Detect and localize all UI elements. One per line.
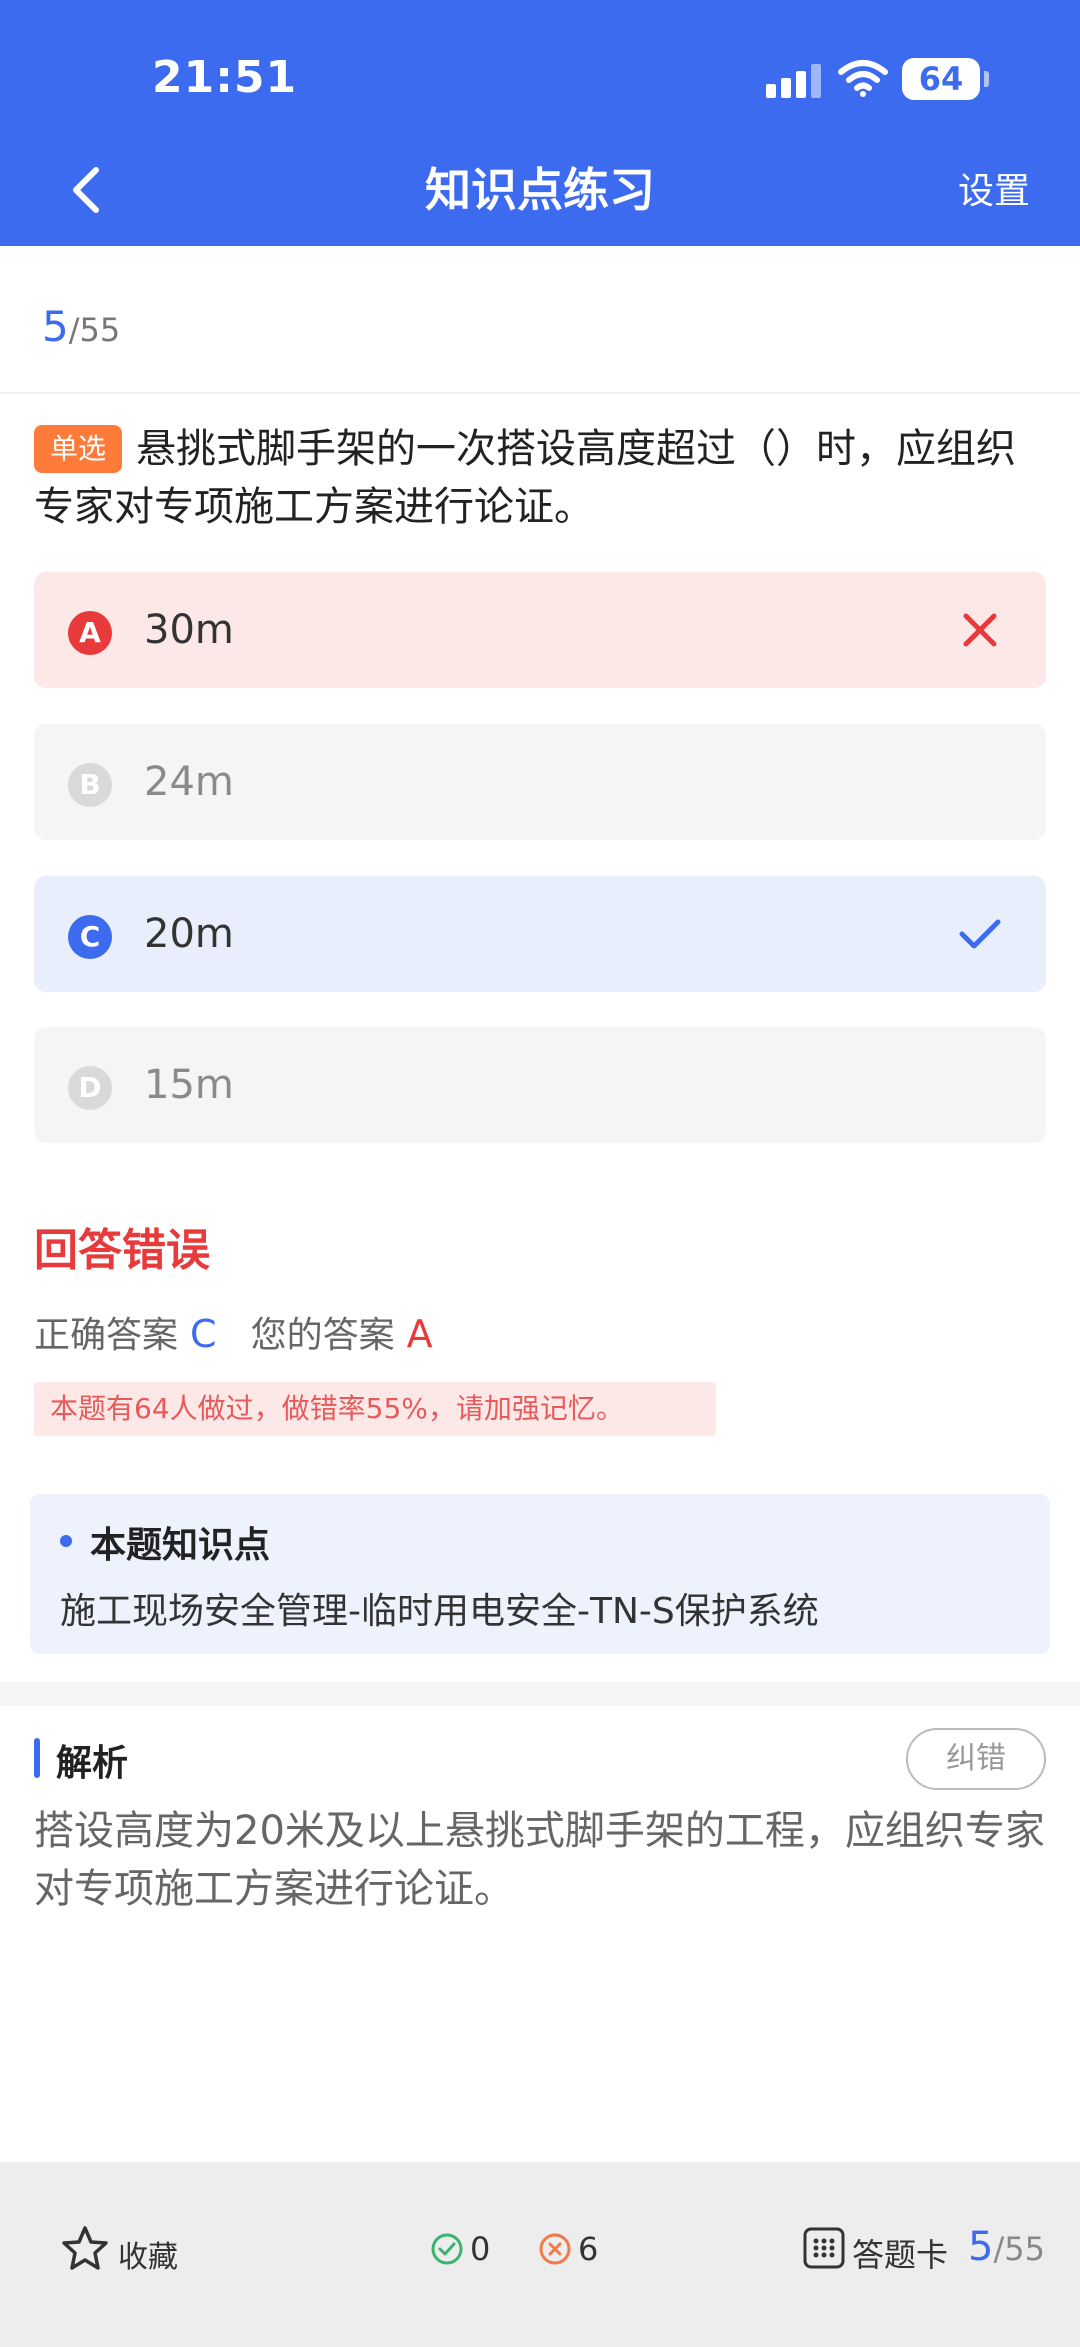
option-d[interactable]: D 15m: [34, 1027, 1046, 1143]
error-rate-note: 本题有64人做过，做错率55%，请加强记忆。: [34, 1382, 716, 1436]
star-icon[interactable]: [60, 2224, 110, 2274]
answer-card-button[interactable]: 答题卡: [852, 2230, 948, 2276]
wrong-x-icon: [963, 613, 997, 647]
option-letter: D: [68, 1066, 112, 1110]
question-type-badge: 单选: [34, 425, 123, 473]
knowledge-point-text: 施工现场安全管理-临时用电安全-TN-S保护系统: [60, 1591, 819, 1632]
question-progress: 5/55: [42, 302, 120, 351]
report-error-button[interactable]: 纠错: [906, 1728, 1046, 1790]
knowledge-point-title: 本题知识点: [90, 1525, 271, 1566]
correct-answer-value: C: [190, 1312, 217, 1356]
bullet-dot-icon: [60, 1535, 72, 1547]
correct-check-icon: [959, 919, 1001, 949]
option-a[interactable]: A 30m: [34, 572, 1046, 688]
result-title: 回答错误: [34, 1225, 210, 1276]
option-c[interactable]: C 20m: [34, 876, 1046, 992]
your-answer-label: 您的答案: [250, 1315, 395, 1356]
bottom-progress-total: /55: [993, 2230, 1045, 2268]
battery-indicator: 64: [902, 58, 989, 100]
section-divider: [0, 1682, 1080, 1706]
correct-answer-label: 正确答案: [34, 1315, 179, 1356]
progress-total: /55: [68, 311, 121, 349]
option-b[interactable]: B 24m: [34, 724, 1046, 840]
option-letter: B: [68, 763, 112, 807]
bottom-toolbar: 收藏 0 6 答题卡 5/55: [0, 2162, 1080, 2347]
wifi-icon: [838, 60, 888, 97]
option-text: 15m: [144, 1062, 234, 1108]
question-stem: 单选 悬挑式脚手架的一次搭设高度超过（）时，应组织专家对专项施工方案进行论证。: [34, 420, 1044, 536]
correct-count: 0: [470, 2230, 491, 2268]
option-text: 24m: [144, 759, 234, 805]
analysis-title: 解析: [56, 1743, 129, 1784]
settings-button[interactable]: 设置: [958, 170, 1030, 214]
bottom-progress: 5/55: [968, 2224, 1045, 2270]
correct-circle-icon: [431, 2233, 463, 2265]
answer-summary: 正确答案 C 您的答案 A: [34, 1306, 433, 1358]
status-time: 21:51: [152, 52, 298, 103]
option-letter: A: [68, 611, 112, 655]
option-text: 30m: [144, 607, 234, 653]
favorite-button[interactable]: 收藏: [118, 2232, 178, 2276]
section-accent-bar: [34, 1738, 40, 1778]
option-letter: C: [68, 915, 112, 959]
analysis-text: 搭设高度为20米及以上悬挑式脚手架的工程，应组织专家对专项施工方案进行论证。: [34, 1808, 1045, 1912]
cellular-signal-icon: [766, 64, 822, 98]
wrong-count: 6: [578, 2230, 599, 2268]
progress-current: 5: [42, 302, 69, 351]
wrong-circle-icon: [539, 2233, 571, 2265]
bottom-progress-current: 5: [968, 2224, 994, 2270]
knowledge-point-card[interactable]: 本题知识点 施工现场安全管理-临时用电安全-TN-S保护系统: [30, 1494, 1050, 1654]
answer-card-icon[interactable]: [802, 2226, 846, 2270]
divider: [0, 392, 1080, 394]
app-header: 21:51 64 知识点练习 设置: [0, 0, 1080, 246]
your-answer-value: A: [406, 1312, 433, 1356]
question-text: 悬挑式脚手架的一次搭设高度超过（）时，应组织专家对专项施工方案进行论证。: [34, 426, 1017, 530]
option-text: 20m: [144, 911, 234, 957]
page-title: 知识点练习: [425, 163, 655, 217]
